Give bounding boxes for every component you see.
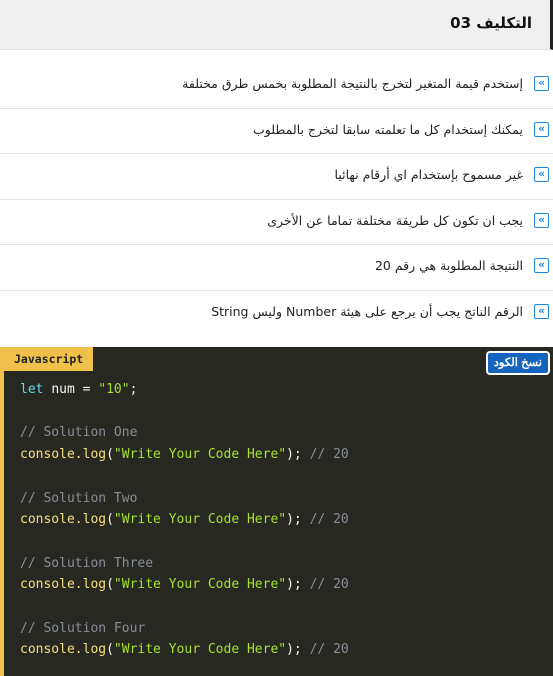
code-result-comment: // 20 (309, 512, 349, 528)
code-string: "Write Your Code Here" (113, 577, 287, 593)
code-comment: // Solution Three (20, 555, 154, 571)
requirement-text: إستخدم قيمة المتغير لتخرج بالنتيجة المطل… (182, 76, 523, 91)
code-keyword: let (20, 382, 44, 397)
code-result-comment: // 20 (309, 447, 349, 463)
list-item: » غير مسموح بإستخدام اي أرقام نهائيا (0, 154, 553, 200)
code-result-comment: // 20 (309, 577, 349, 593)
code-punctuation: ); (286, 447, 302, 463)
code-string: "Write Your Code Here" (113, 512, 287, 528)
code-comment-line: // Solution One (20, 422, 349, 444)
code-result-comment: // 20 (309, 642, 349, 658)
code-comment-line: // Solution Two (20, 488, 349, 510)
language-badge: Javascript (4, 347, 94, 371)
code-function: console.log (20, 512, 107, 528)
code-punctuation: ); (286, 512, 302, 528)
double-chevron-icon: » (534, 303, 549, 319)
code-comment-line: // Solution Four (20, 618, 349, 640)
code-string: "10" (98, 382, 130, 397)
code-call-line: console.log("Write Your Code Here"); // … (20, 512, 349, 528)
code-call-line: console.log("Write Your Code Here"); // … (20, 577, 349, 593)
code-operator: = (74, 382, 99, 397)
double-chevron-icon: » (534, 76, 549, 91)
list-item: » يجب ان تكون كل طريقة مختلفة تماما عن ا… (0, 200, 553, 245)
code-call-line: console.log("Write Your Code Here"); // … (20, 642, 349, 658)
list-item: » الرقم الناتج يجب أن يرجع على هيئة Numb… (0, 291, 553, 337)
code-string: "Write Your Code Here" (113, 642, 287, 658)
code-comment: // Solution One (20, 425, 138, 441)
double-chevron-icon: » (534, 258, 549, 273)
code-punctuation: ); (286, 642, 302, 658)
double-chevron-icon: » (534, 167, 549, 182)
code-string: "Write Your Code Here" (113, 447, 287, 463)
code-variable: num (51, 382, 75, 397)
code-function: console.log (20, 642, 107, 658)
code-punctuation: ); (286, 577, 302, 593)
code-function: console.log (20, 447, 107, 463)
assignment-title: التكليف 03 (450, 14, 532, 32)
requirement-text: الرقم الناتج يجب أن يرجع على هيئة Number… (211, 303, 523, 319)
assignment-header: التكليف 03 (0, 0, 553, 50)
requirement-text: غير مسموح بإستخدام اي أرقام نهائيا (334, 167, 523, 182)
requirement-text: يمكنك إستخدام كل ما تعلمته سابقا لتخرج ب… (252, 121, 523, 137)
requirements-list: » إستخدم قيمة المتغير لتخرج بالنتيجة الم… (0, 63, 553, 336)
code-line-declaration: let num = "10"; (20, 379, 349, 401)
list-item: » النتيجة المطلوبة هي رقم 20 (0, 245, 553, 291)
code-comment-line: // Solution Three (20, 553, 349, 575)
requirement-text: النتيجة المطلوبة هي رقم 20 (374, 258, 523, 273)
code-call-line: console.log("Write Your Code Here"); // … (20, 447, 349, 463)
copy-code-button[interactable]: نسخ الكود (485, 351, 550, 375)
code-comment: // Solution Four (20, 620, 146, 636)
list-item: » إستخدم قيمة المتغير لتخرج بالنتيجة الم… (0, 63, 553, 109)
double-chevron-icon: » (534, 212, 549, 228)
code-function: console.log (20, 577, 107, 593)
requirement-text: يجب ان تكون كل طريقة مختلفة تماما عن الأ… (267, 212, 523, 228)
list-item: » يمكنك إستخدام كل ما تعلمته سابقا لتخرج… (0, 109, 553, 154)
code-block: Javascript نسخ الكود let num = "10"; // … (0, 347, 553, 676)
code-punctuation: ; (129, 382, 138, 397)
code-content: let num = "10"; // Solution One console.l… (20, 379, 349, 661)
double-chevron-icon: » (534, 121, 549, 137)
code-comment: // Solution Two (20, 490, 138, 506)
